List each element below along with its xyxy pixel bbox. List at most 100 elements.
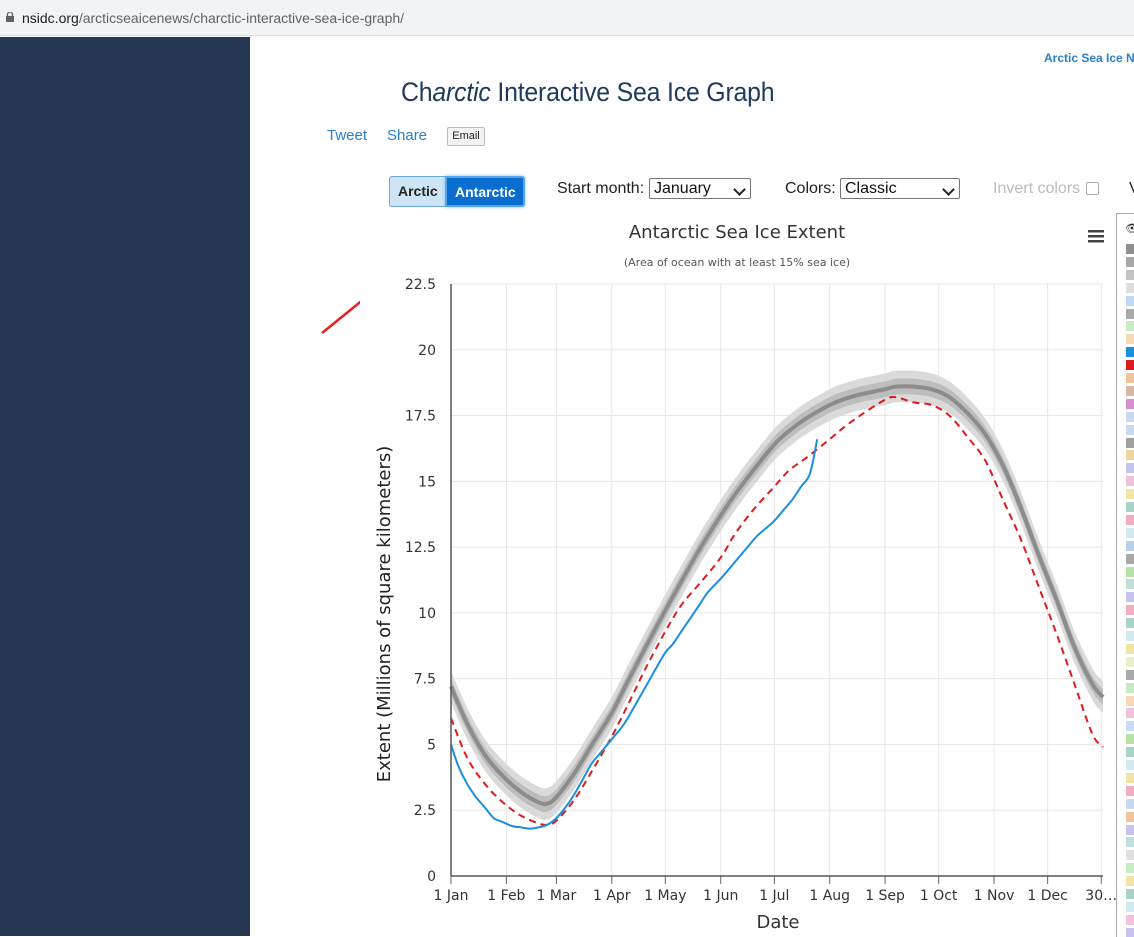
legend-swatch[interactable] <box>1126 373 1134 383</box>
legend-swatch[interactable] <box>1126 811 1134 822</box>
start-month-label: Start month: <box>557 180 645 197</box>
x-tick-label: 1 Jul <box>759 888 789 904</box>
x-tick-label: 1 Sep <box>865 888 905 904</box>
legend-panel[interactable]: 👁 <box>1116 213 1134 937</box>
invert-colors-checkbox[interactable] <box>1086 182 1099 195</box>
legend-swatch[interactable] <box>1126 760 1134 770</box>
legend-swatch[interactable] <box>1126 850 1134 861</box>
legend-swatch[interactable] <box>1126 347 1134 358</box>
url-text[interactable]: nsidc.org/arcticseaicenews/charctic-inte… <box>22 10 404 26</box>
legend-swatch[interactable] <box>1126 321 1134 332</box>
browser-address-bar[interactable]: nsidc.org/arcticseaicenews/charctic-inte… <box>0 0 1134 36</box>
legend-swatch[interactable] <box>1126 269 1134 280</box>
legend-swatch[interactable] <box>1126 282 1134 293</box>
legend-swatch[interactable] <box>1126 398 1134 409</box>
legend-swatch[interactable] <box>1126 489 1134 500</box>
legend-swatch[interactable] <box>1126 656 1134 667</box>
legend-swatch[interactable] <box>1126 876 1134 887</box>
legend-swatch[interactable] <box>1126 476 1134 487</box>
legend-swatch[interactable] <box>1126 540 1134 551</box>
title-prefix: Ch <box>401 77 433 107</box>
legend-swatch[interactable] <box>1126 734 1134 745</box>
legend-swatch[interactable] <box>1126 914 1134 925</box>
legend-swatch[interactable] <box>1126 450 1134 461</box>
y-tick-label: 15 <box>418 474 436 490</box>
legend-swatch[interactable] <box>1126 579 1134 590</box>
y-tick-label: 17.5 <box>405 409 436 425</box>
legend-swatch[interactable] <box>1126 463 1134 474</box>
legend-swatch[interactable] <box>1126 618 1134 629</box>
legend-swatch[interactable] <box>1126 837 1134 848</box>
legend-swatch[interactable] <box>1126 708 1134 719</box>
legend-swatch[interactable] <box>1126 553 1134 564</box>
legend-swatch[interactable] <box>1126 643 1134 654</box>
antarctic-button[interactable]: Antarctic <box>445 176 525 207</box>
hamburger-menu-icon[interactable] <box>1088 230 1104 243</box>
site-sidebar <box>0 37 250 936</box>
y-axis-title: Extent (Millions of square kilometers) <box>374 446 395 783</box>
legend-swatch[interactable] <box>1126 385 1134 396</box>
legend-swatch[interactable] <box>1126 566 1134 577</box>
url-domain: nsidc.org <box>22 10 79 26</box>
email-button[interactable]: Email <box>447 127 485 146</box>
y-tick-label: 0 <box>427 869 436 885</box>
chart-title: Antarctic Sea Ice Extent <box>629 222 845 243</box>
lock-icon <box>6 12 14 22</box>
legend-swatch[interactable] <box>1126 824 1134 835</box>
legend-swatch[interactable] <box>1126 514 1134 525</box>
legend-swatch[interactable] <box>1126 889 1134 899</box>
legend-swatch[interactable] <box>1126 437 1134 448</box>
arctic-sea-ice-news-link[interactable]: Arctic Sea Ice N <box>1044 51 1134 65</box>
legend-swatch[interactable] <box>1126 863 1134 874</box>
legend-swatch[interactable] <box>1126 747 1134 758</box>
legend-swatch[interactable] <box>1126 631 1134 641</box>
sea-ice-chart: Antarctic Sea Ice Extent (Area of ocean … <box>360 210 1116 936</box>
arctic-button[interactable]: Arctic <box>389 176 445 207</box>
start-month-value: January <box>654 180 711 197</box>
eye-icon[interactable]: 👁 <box>1125 222 1134 235</box>
legend-swatch[interactable] <box>1126 901 1134 912</box>
x-tick-label: 1 Apr <box>593 888 631 904</box>
legend-swatch[interactable] <box>1126 527 1134 538</box>
legend-swatch[interactable] <box>1126 502 1134 512</box>
y-tick-label: 7.5 <box>414 672 436 688</box>
url-path: /arcticseaicenews/charctic-interactive-s… <box>78 10 405 26</box>
x-tick-label: 1 Jan <box>434 888 469 904</box>
legend-swatch[interactable] <box>1126 682 1134 693</box>
x-tick-label: 1 Nov <box>974 888 1015 904</box>
legend-swatch[interactable] <box>1126 798 1134 809</box>
x-tick-label: 1 Mar <box>537 888 577 904</box>
legend-swatch[interactable] <box>1126 605 1134 616</box>
legend-swatch[interactable] <box>1126 256 1134 267</box>
legend-swatch[interactable] <box>1126 785 1134 796</box>
share-link[interactable]: Share <box>387 127 427 144</box>
invert-colors-label: Invert colors <box>993 180 1081 197</box>
legend-swatch[interactable] <box>1126 424 1134 435</box>
start-month-select[interactable]: January <box>649 178 751 199</box>
colors-select[interactable]: Classic <box>840 178 960 199</box>
colors-label: Colors: <box>785 180 836 197</box>
legend-swatch[interactable] <box>1126 695 1134 706</box>
y-tick-label: 10 <box>418 606 436 622</box>
legend-swatch[interactable] <box>1126 592 1134 603</box>
tweet-link[interactable]: Tweet <box>327 127 367 144</box>
title-suffix: Interactive Sea Ice Graph <box>490 77 775 107</box>
x-tick-label: 1 May <box>644 888 686 904</box>
hemisphere-toggle: Arctic Antarctic <box>389 176 525 207</box>
x-tick-label: 30… <box>1085 888 1116 904</box>
legend-swatch[interactable] <box>1126 308 1134 319</box>
y-tick-label: 20 <box>418 343 436 359</box>
legend-swatch[interactable] <box>1126 721 1134 732</box>
chart-subtitle: (Area of ocean with at least 15% sea ice… <box>624 256 850 269</box>
title-italic: arctic <box>432 77 491 107</box>
legend-swatch[interactable] <box>1126 295 1134 306</box>
colors-value: Classic <box>845 180 897 197</box>
x-tick-label: 1 Dec <box>1027 888 1067 904</box>
legend-swatch[interactable] <box>1126 360 1134 371</box>
legend-swatch[interactable] <box>1126 669 1134 680</box>
y-tick-label: 2.5 <box>414 803 436 819</box>
legend-swatch[interactable] <box>1126 411 1134 422</box>
legend-swatch[interactable] <box>1126 772 1134 783</box>
legend-swatch[interactable] <box>1126 244 1134 254</box>
legend-swatch[interactable] <box>1126 334 1134 345</box>
